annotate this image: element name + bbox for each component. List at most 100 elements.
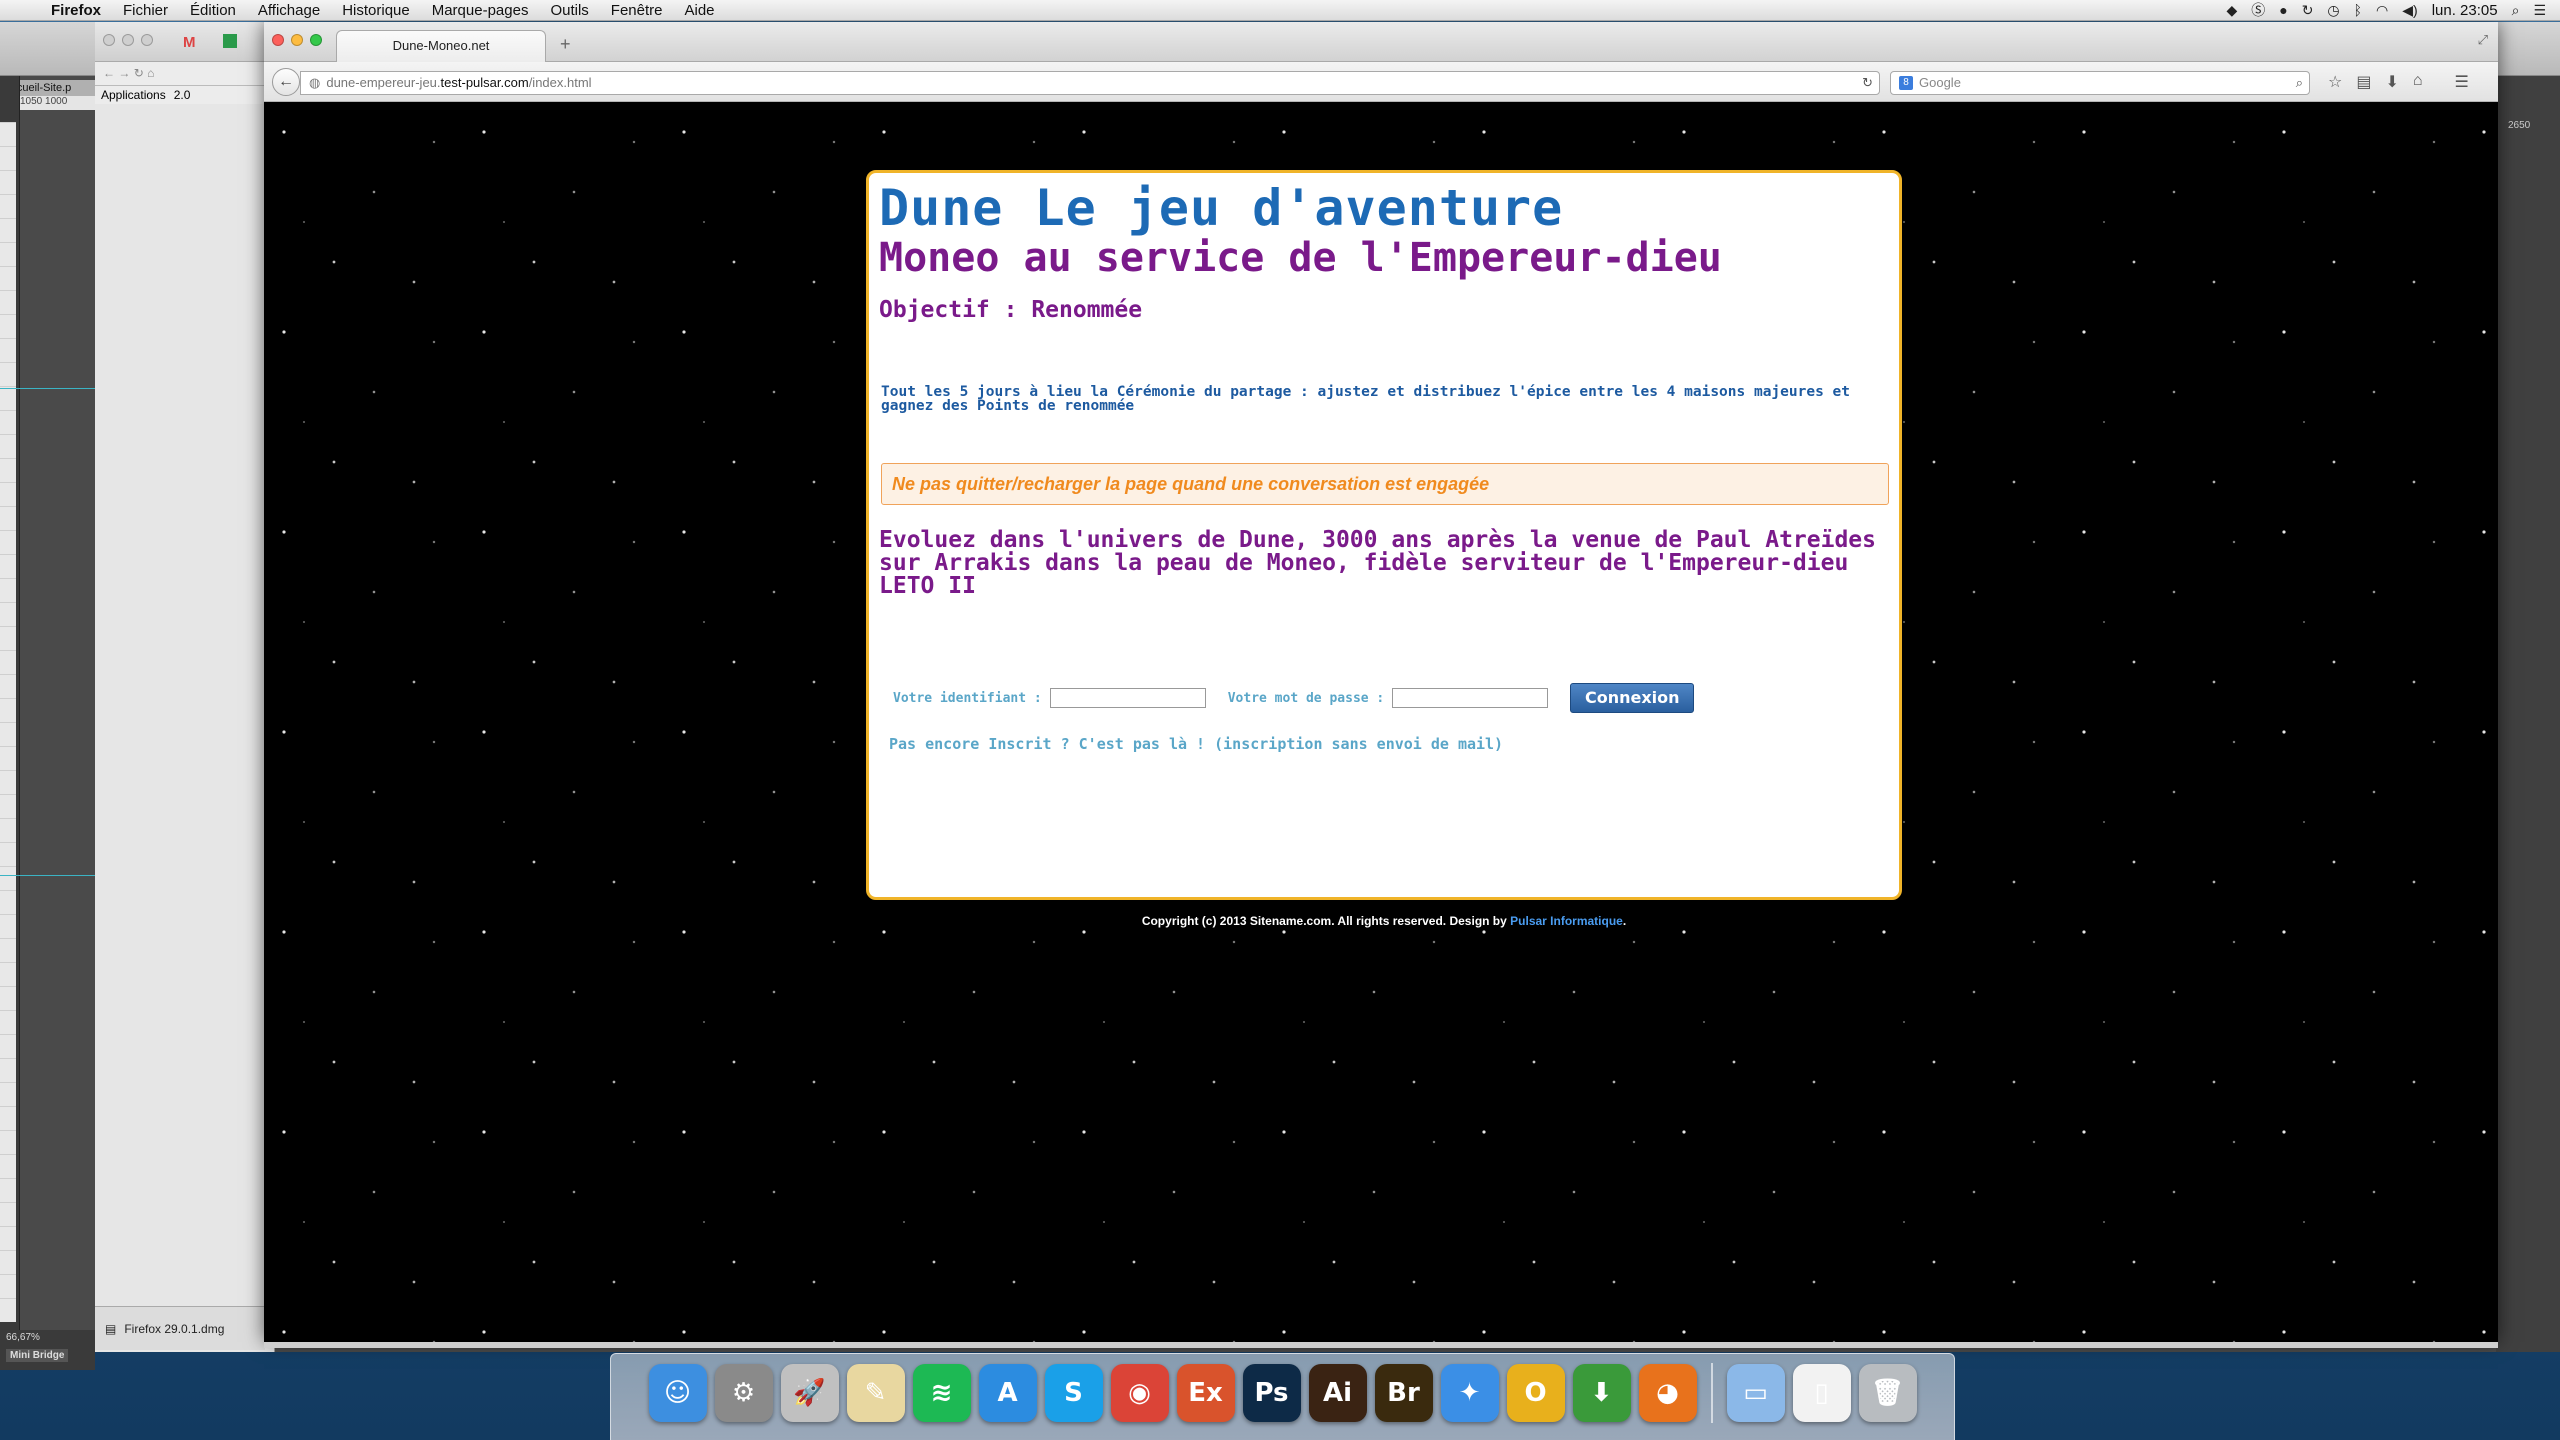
password-input[interactable]: [1392, 688, 1549, 708]
bookmarks-menu-icon[interactable]: ▤: [2356, 72, 2371, 92]
chrome-icon[interactable]: ◉: [1110, 1364, 1169, 1422]
menu-fichier[interactable]: Fichier: [112, 2, 179, 19]
photoshop-ruler-left: [0, 122, 16, 1322]
connexion-button[interactable]: Connexion: [1570, 683, 1695, 713]
login-form: Votre identifiant : Votre mot de passe :…: [893, 683, 1695, 713]
login-label: Votre identifiant :: [893, 690, 1042, 706]
file-icon: ▤: [105, 1321, 117, 1336]
bookmark-star-icon[interactable]: ☆: [2328, 72, 2342, 92]
reload-icon[interactable]: ↻: [1862, 72, 1873, 94]
back-arrow-icon: ←: [278, 73, 294, 90]
menu-edition[interactable]: Édition: [179, 2, 247, 19]
close-window-icon[interactable]: [272, 34, 284, 46]
volume-icon[interactable]: ◀): [2402, 2, 2417, 19]
warning-banner: Ne pas quitter/recharger la page quand u…: [881, 463, 1889, 505]
skype-icon[interactable]: S: [1044, 1364, 1103, 1422]
bridge-icon[interactable]: Br: [1374, 1364, 1433, 1422]
menu-historique[interactable]: Historique: [331, 2, 421, 19]
photoshop-ruler-top: 1050 1000: [20, 96, 100, 110]
inactive-minimize-icon[interactable]: [122, 34, 134, 46]
zoom-window-icon[interactable]: [310, 34, 322, 46]
url-host: test-pulsar.com: [440, 75, 529, 90]
reload-icon[interactable]: ↻: [134, 66, 144, 80]
back-arrow-icon[interactable]: ←: [103, 66, 115, 80]
preview-icon[interactable]: ✎: [846, 1364, 905, 1422]
spotify-status-icon[interactable]: ●: [2279, 2, 2287, 18]
menu-affichage[interactable]: Affichage: [247, 2, 331, 19]
sheets-tab-icon[interactable]: [223, 34, 237, 48]
finder-icon[interactable]: ☺: [648, 1364, 707, 1422]
menu-outils[interactable]: Outils: [539, 2, 599, 19]
starfield-page: Dune Le jeu d'aventure Moneo au service …: [264, 102, 2498, 1342]
search-icon[interactable]: ⌕: [2296, 72, 2303, 94]
bluetooth-icon[interactable]: ᛒ: [2354, 2, 2362, 18]
copyright-footer: Copyright (c) 2013 Sitename.com. All rig…: [866, 914, 1902, 928]
background-bookmarks-bar: Applications 2.0: [95, 86, 274, 104]
background-firefox-tabbar: M: [95, 22, 274, 62]
safari-icon[interactable]: ✦: [1440, 1364, 1499, 1422]
search-placeholder: Google: [1919, 75, 1961, 90]
menu-clock[interactable]: lun. 23:05: [2432, 2, 2498, 19]
menu-app-firefox[interactable]: Firefox: [40, 2, 112, 19]
mini-bridge-tab[interactable]: Mini Bridge: [6, 1349, 69, 1362]
extension-manager-icon[interactable]: Ex: [1176, 1364, 1235, 1422]
designer-link[interactable]: Pulsar Informatique: [1510, 914, 1623, 928]
photoshop-right-panel: 2650: [2496, 76, 2560, 1352]
illustrator-icon[interactable]: Ai: [1308, 1364, 1367, 1422]
dropbox-status-icon[interactable]: ◆: [2226, 2, 2237, 19]
folder-icon[interactable]: ▭: [1726, 1364, 1785, 1422]
skype-status-icon[interactable]: Ⓢ: [2251, 0, 2265, 20]
sync-status-icon[interactable]: ↻: [2302, 2, 2314, 19]
hamburger-menu-icon[interactable]: ☰: [2455, 72, 2469, 92]
trash-icon[interactable]: 🗑: [1858, 1364, 1917, 1422]
horizontal-scrollbar[interactable]: [264, 1342, 2498, 1348]
opera-icon[interactable]: O: [1506, 1364, 1565, 1422]
google-engine-icon[interactable]: 8: [1899, 76, 1913, 90]
globe-icon: ◍: [309, 75, 321, 90]
photoshop-status-area: 66,67% Mini Bridge: [0, 1330, 95, 1370]
menu-marque-pages[interactable]: Marque-pages: [421, 2, 540, 19]
minimize-window-icon[interactable]: [291, 34, 303, 46]
intro-text: Evoluez dans l'univers de Dune, 3000 ans…: [879, 527, 1876, 599]
url-bar[interactable]: ◍ dune-empereur-jeu. test-pulsar.com/inde…: [300, 71, 1880, 95]
fullscreen-icon[interactable]: ⤢: [2478, 32, 2488, 48]
new-tab-icon[interactable]: +: [560, 34, 571, 55]
download-filename[interactable]: Firefox 29.0.1.dmg: [124, 1322, 224, 1336]
spotify-icon[interactable]: ≋: [912, 1364, 971, 1422]
menu-aide[interactable]: Aide: [674, 2, 726, 19]
time-machine-icon[interactable]: ◷: [2327, 2, 2339, 19]
toolbar-icons: ☆ ▤ ⬇ ⌂ ☰: [2328, 72, 2469, 92]
firefox-icon[interactable]: ◕: [1638, 1364, 1697, 1422]
forward-arrow-icon[interactable]: →: [118, 66, 130, 80]
system-preferences-icon[interactable]: ⚙: [714, 1364, 773, 1422]
bookmark-applications[interactable]: Applications: [101, 88, 166, 102]
home-icon[interactable]: ⌂: [2413, 72, 2423, 92]
transmission-icon[interactable]: ⬇: [1572, 1364, 1631, 1422]
wifi-icon[interactable]: ◠: [2376, 2, 2388, 19]
notification-center-icon[interactable]: ☰: [2533, 2, 2546, 19]
home-icon[interactable]: ⌂: [147, 66, 154, 80]
photoshop-zoom-level[interactable]: 66,67%: [6, 1332, 89, 1343]
back-button[interactable]: ←: [272, 68, 300, 96]
menu-fenetre[interactable]: Fenêtre: [600, 2, 674, 19]
objective-text: Objectif : Renommée: [879, 297, 1143, 323]
launchpad-icon[interactable]: 🚀: [780, 1364, 839, 1422]
photoshop-icon[interactable]: Ps: [1242, 1364, 1301, 1422]
register-link[interactable]: Pas encore Inscrit ? C'est pas là ! (ins…: [889, 735, 1503, 753]
bookmark-folder-2-0[interactable]: 2.0: [174, 88, 191, 102]
gmail-tab-icon[interactable]: M: [183, 34, 196, 51]
app-store-icon[interactable]: A: [978, 1364, 1037, 1422]
spotlight-search-icon[interactable]: ⌕: [2512, 2, 2520, 19]
document-icon[interactable]: ▯: [1792, 1364, 1851, 1422]
password-label: Votre mot de passe :: [1227, 690, 1385, 706]
inactive-close-icon[interactable]: [103, 34, 115, 46]
dock: ☺ ⚙ 🚀 ✎ ≋ A S ◉ Ex Ps Ai Br ✦ O ⬇ ◕ ▭ ▯ 🗑: [610, 1353, 1955, 1440]
inactive-zoom-icon[interactable]: [141, 34, 153, 46]
photoshop-guide: [0, 388, 95, 389]
background-firefox-navbar: ← → ↻ ⌂: [95, 62, 274, 86]
downloads-icon[interactable]: ⬇: [2385, 72, 2398, 92]
page-subtitle: Moneo au service de l'Empereur-dieu: [879, 235, 1722, 281]
search-bar[interactable]: 8 Google ⌕: [1890, 71, 2310, 95]
login-input[interactable]: [1049, 688, 1206, 708]
tab-dune-moneo[interactable]: Dune-Moneo.net: [336, 30, 546, 63]
